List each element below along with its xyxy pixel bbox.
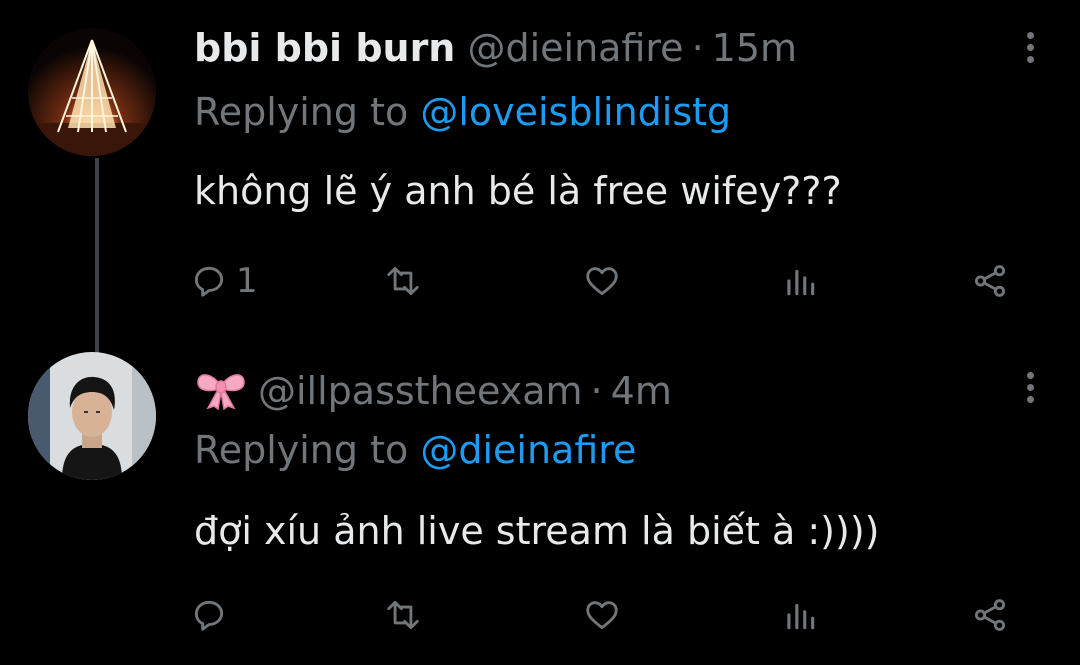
tweet[interactable]: bbi bbi burn @dieinafire · 15m Replying to… — [0, 0, 1080, 353]
share-button[interactable] — [970, 596, 1010, 634]
replying-to: Replying to @dieinafire — [194, 426, 636, 474]
reply-icon — [194, 266, 224, 297]
stats-button[interactable] — [780, 262, 820, 300]
tweet[interactable]: @illpasstheexam · 4m Replying to @dieinafi… — [0, 330, 1080, 665]
separator: · — [691, 26, 704, 70]
retweet-button[interactable] — [382, 262, 424, 300]
mention-link[interactable]: @dieinafire — [420, 428, 636, 472]
like-button[interactable] — [582, 262, 622, 300]
replying-to: Replying to @loveisblindistg — [194, 88, 731, 136]
bonfire-avatar-image — [28, 28, 156, 156]
thread-line — [95, 158, 99, 353]
retweet-icon — [387, 600, 419, 630]
like-icon — [586, 267, 618, 296]
ribbon-bow-icon — [194, 366, 248, 421]
more-options-icon[interactable] — [1020, 22, 1040, 72]
like-button[interactable] — [582, 596, 622, 634]
reply-icon — [194, 600, 224, 631]
timestamp[interactable]: 15m — [712, 26, 797, 70]
retweet-icon — [387, 266, 419, 296]
tweet-header: bbi bbi burn @dieinafire · 15m — [194, 24, 797, 72]
timestamp[interactable]: 4m — [611, 369, 672, 413]
stats-icon — [787, 603, 815, 630]
mention-link[interactable]: @loveisblindistg — [420, 90, 731, 134]
more-options-icon[interactable] — [1020, 362, 1040, 412]
tweet-header: @illpasstheexam · 4m — [194, 366, 672, 421]
tweet-text: đợi xíu ảnh live stream là biết à :)))) — [194, 509, 880, 553]
handle[interactable]: @illpasstheexam — [258, 369, 583, 413]
like-icon — [586, 601, 618, 630]
share-icon — [974, 265, 1006, 297]
avatar[interactable] — [28, 28, 156, 156]
replying-prefix: Replying to — [194, 428, 409, 472]
action-bar — [190, 590, 1030, 640]
display-name[interactable]: bbi bbi burn — [194, 26, 455, 70]
share-button[interactable] — [970, 262, 1010, 300]
tweet-text: không lẽ ý anh bé là free wifey??? — [194, 169, 842, 213]
stats-button[interactable] — [780, 596, 820, 634]
reply-button[interactable] — [190, 596, 236, 634]
action-bar: 1 — [190, 256, 1030, 306]
avatar[interactable] — [28, 352, 156, 480]
reply-button[interactable]: 1 — [190, 261, 258, 301]
share-icon — [974, 599, 1006, 631]
separator: · — [590, 369, 603, 413]
retweet-button[interactable] — [382, 596, 424, 634]
replying-prefix: Replying to — [194, 90, 409, 134]
portrait-avatar-image — [28, 352, 156, 480]
stats-icon — [787, 269, 815, 296]
reply-count: 1 — [236, 261, 258, 301]
handle[interactable]: @dieinafire — [467, 26, 683, 70]
